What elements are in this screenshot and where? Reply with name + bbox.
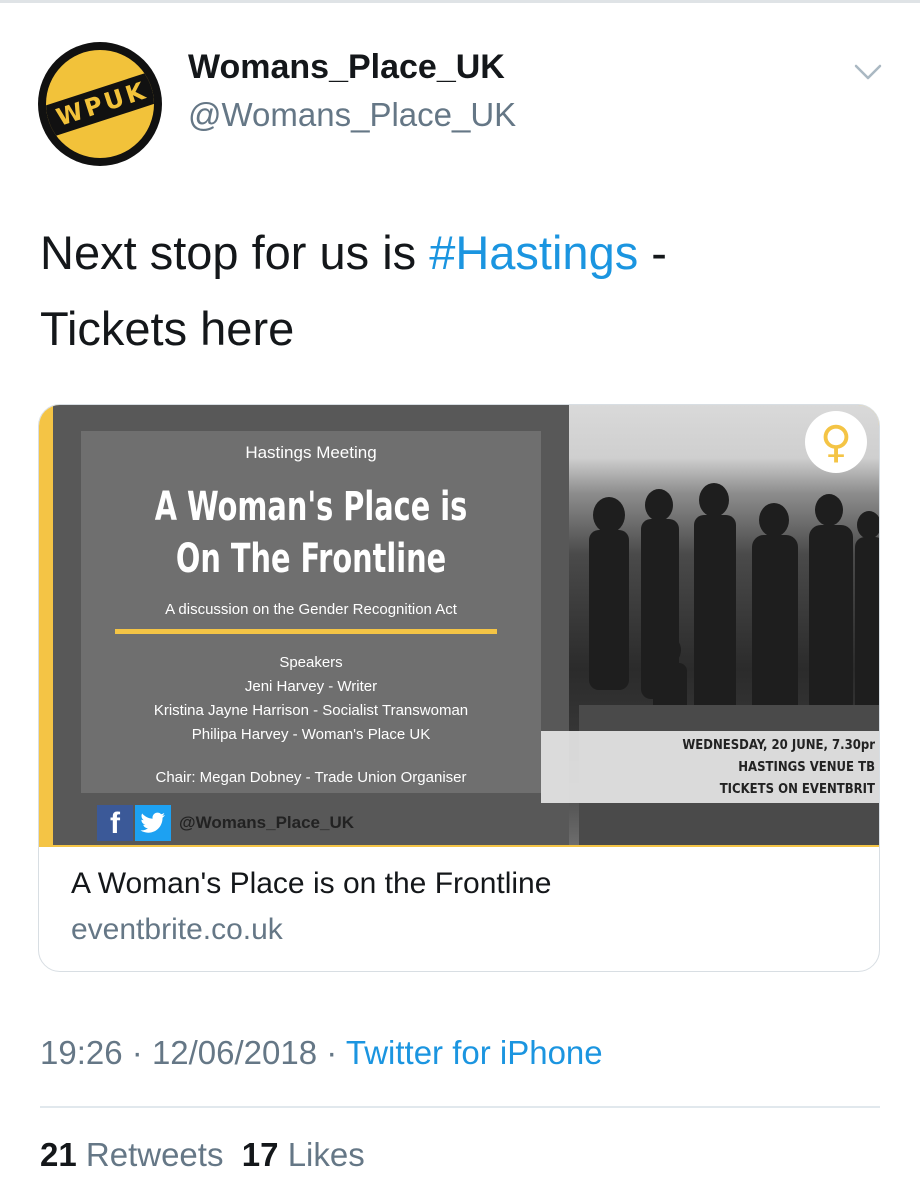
tweet-text-line2: Tickets here [40, 302, 295, 355]
retweets-count: 21 [40, 1136, 77, 1173]
avatar-logo-text: WPUK [52, 76, 152, 132]
poster-title: A Woman's Place is On The Frontline [127, 481, 495, 585]
poster-title-line1: A Woman's Place is [154, 484, 468, 530]
likes-label: Likes [287, 1136, 365, 1173]
poster-chair: Chair: Megan Dobney - Trade Union Organi… [155, 769, 467, 786]
display-name[interactable]: Womans_Place_UK [188, 48, 505, 87]
poster-event-venue: HASTINGS VENUE TB [738, 760, 875, 775]
poster-social-row: f @Womans_Place_UK [97, 805, 354, 841]
tweet-stats: 21 Retweets 17 Likes [40, 1136, 365, 1174]
avatar-logo: WPUK [46, 50, 154, 158]
tweet-text-dash: - [638, 226, 667, 279]
poster-event-details: WEDNESDAY, 20 JUNE, 7.30pr HASTINGS VENU… [541, 731, 879, 803]
meta-separator: · [131, 1034, 143, 1071]
tweet-source-link[interactable]: Twitter for iPhone [346, 1034, 603, 1071]
poster-social-handle: @Womans_Place_UK [179, 813, 354, 832]
tweet-meta: 19:26 · 12/06/2018 · Twitter for iPhone [40, 1034, 603, 1072]
link-card[interactable]: Hastings Meeting A Woman's Place is On T… [38, 404, 880, 972]
poster-speaker: Jeni Harvey - Writer [244, 678, 378, 695]
venus-icon: ♀ [805, 411, 867, 473]
poster-speaker: Philipa Harvey - Woman's Place UK [191, 726, 431, 743]
poster-left-panel: Hastings Meeting A Woman's Place is On T… [53, 405, 569, 845]
poster-subtitle: A discussion on the Gender Recognition A… [165, 601, 457, 618]
facebook-icon: f [97, 805, 133, 841]
likes-stat[interactable]: 17 Likes [242, 1136, 365, 1173]
retweets-stat[interactable]: 21 Retweets [40, 1136, 223, 1173]
likes-count: 17 [241, 1136, 279, 1173]
retweets-label: Retweets [85, 1136, 224, 1173]
card-image[interactable]: Hastings Meeting A Woman's Place is On T… [39, 405, 879, 847]
top-divider [0, 0, 920, 3]
meta-separator: · [326, 1034, 338, 1071]
poster-title-line2: On The Frontline [175, 536, 447, 582]
avatar[interactable]: WPUK [38, 42, 162, 166]
poster-text-panel: Hastings Meeting A Woman's Place is On T… [81, 431, 541, 793]
hashtag-link[interactable]: #Hastings [429, 226, 638, 279]
poster-divider [115, 629, 497, 634]
poster-event-tickets: TICKETS ON EVENTBRIT [719, 782, 875, 797]
twitter-icon [135, 805, 171, 841]
card-title[interactable]: A Woman's Place is on the Frontline [71, 867, 551, 901]
poster-speakers: Speakers Jeni Harvey - Writer Kristina J… [81, 651, 541, 747]
card-domain: eventbrite.co.uk [71, 913, 283, 946]
tweet-text-line1: Next stop for us is #Hastings - [40, 215, 880, 291]
poster-meeting: Hastings Meeting [245, 443, 377, 462]
tweet-text-start: Next stop for us is [40, 226, 430, 279]
poster-event-date: WEDNESDAY, 20 JUNE, 7.30pr [682, 738, 875, 753]
chevron-down-icon[interactable] [852, 60, 884, 84]
tweet-date: 12/06/2018 [151, 1034, 318, 1071]
poster-speakers-heading: Speakers [279, 654, 343, 671]
tweet-text: Next stop for us is #Hastings - Tickets … [40, 215, 880, 367]
stats-divider [40, 1106, 880, 1108]
user-handle[interactable]: @Womans_Place_UK [188, 96, 516, 134]
poster-speaker: Kristina Jayne Harrison - Socialist Tran… [153, 702, 469, 719]
tweet-time: 19:26 [40, 1034, 123, 1071]
